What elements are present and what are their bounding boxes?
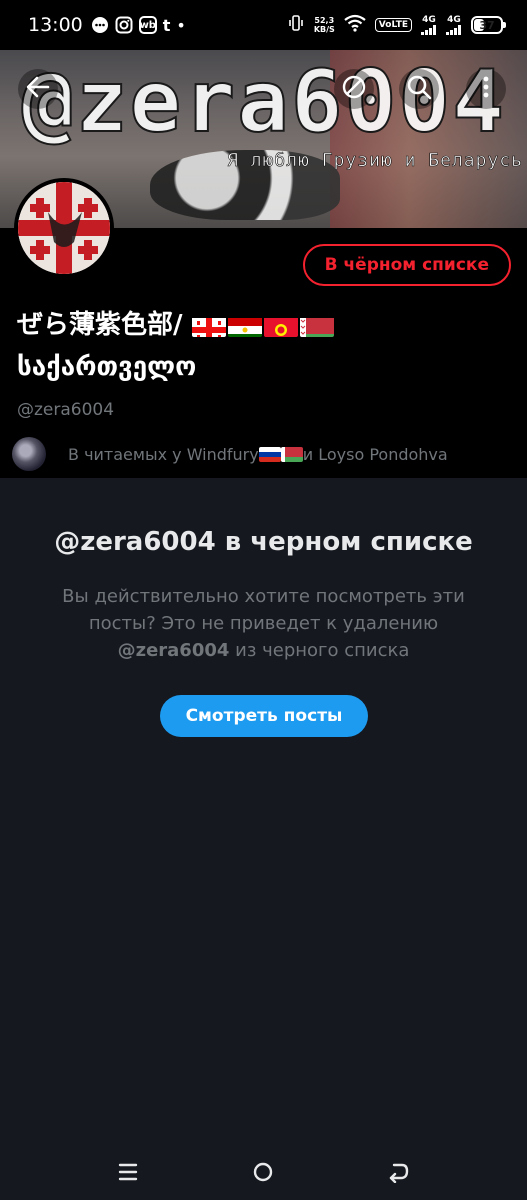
banner-tagline: Я люблю Грузию и Беларусь	[227, 150, 523, 172]
kyrgyzstan-flag-icon	[263, 313, 298, 337]
back-arrow-icon	[388, 1161, 410, 1187]
volte-badge: VoLTE	[374, 18, 412, 32]
signal-1: 4G	[421, 14, 437, 35]
status-time: 13:00	[28, 14, 83, 36]
blocked-notice-title: @zera6004 в черном списке	[54, 527, 473, 557]
dot-icon: •	[176, 15, 186, 35]
russia-flag-icon	[258, 446, 281, 462]
georgia-flag-icon	[191, 313, 226, 337]
menu-lines-icon	[117, 1161, 139, 1187]
followed-by-row[interactable]: В читаемых у Windfury и Loyso Pondohva	[12, 436, 448, 472]
speed-unit: KB/S	[313, 25, 335, 34]
network-1-label: 4G	[422, 14, 436, 25]
followed-by-prefix: В читаемых у Windfury	[68, 444, 259, 464]
arrow-left-icon	[24, 73, 52, 105]
instagram-icon	[115, 16, 133, 34]
system-back-button[interactable]	[379, 1154, 419, 1194]
mute-button[interactable]	[334, 69, 374, 109]
search-button[interactable]	[399, 69, 439, 109]
blocked-notice-body: Вы действительно хотите посмотреть эти п…	[62, 586, 465, 634]
blocked-notice-handle: @zera6004	[117, 640, 230, 661]
chat-icon	[91, 16, 109, 34]
profile-header: В чёрном списке ぜら薄紫色部/ საქართველო @zera…	[0, 178, 527, 478]
status-bar: 13:00 wb t • 52,3 KB/S VoLTE 4G 4G 37	[0, 0, 527, 50]
tajikistan-flag-icon	[227, 313, 262, 337]
system-navigation-bar	[0, 1147, 527, 1200]
view-posts-button[interactable]: Смотреть посты	[160, 695, 368, 737]
wifi-icon	[344, 14, 366, 36]
battery-level: 37	[479, 18, 495, 32]
followed-by-suffix: и Loyso Pondohva	[302, 444, 448, 464]
blocked-notice-text: Вы действительно хотите посмотреть эти п…	[40, 583, 487, 664]
belarus-flag-small-icon	[280, 446, 303, 462]
display-name-georgian: საქართველო	[17, 352, 197, 382]
no-sign-icon	[340, 73, 368, 105]
profile-avatar[interactable]	[14, 178, 114, 278]
home-circle-icon	[252, 1161, 274, 1187]
blocked-notice-end: из черного списка	[229, 640, 410, 661]
more-options-button[interactable]	[466, 69, 506, 109]
follower-avatar	[12, 437, 46, 471]
profile-handle: @zera6004	[17, 400, 115, 420]
tumblr-icon: t	[162, 15, 171, 35]
blocked-status-button[interactable]: В чёрном списке	[302, 244, 511, 286]
belarus-flag-icon	[299, 313, 334, 337]
signal-2: 4G	[446, 14, 462, 35]
display-name: ぜら薄紫色部/ საქართველო	[17, 304, 497, 388]
vibrate-icon	[287, 14, 305, 36]
more-vertical-icon	[472, 73, 500, 105]
wb-icon: wb	[138, 16, 157, 34]
home-button[interactable]	[243, 1154, 283, 1194]
recent-apps-button[interactable]	[108, 1154, 148, 1194]
network-speed: 52,3 KB/S	[314, 16, 335, 34]
search-icon	[405, 73, 433, 105]
speed-value: 52,3	[314, 16, 335, 25]
network-2-label: 4G	[447, 14, 461, 25]
display-name-text: ぜら薄紫色部/	[17, 310, 183, 340]
battery-indicator: 37	[471, 16, 506, 34]
back-button[interactable]	[18, 69, 58, 109]
